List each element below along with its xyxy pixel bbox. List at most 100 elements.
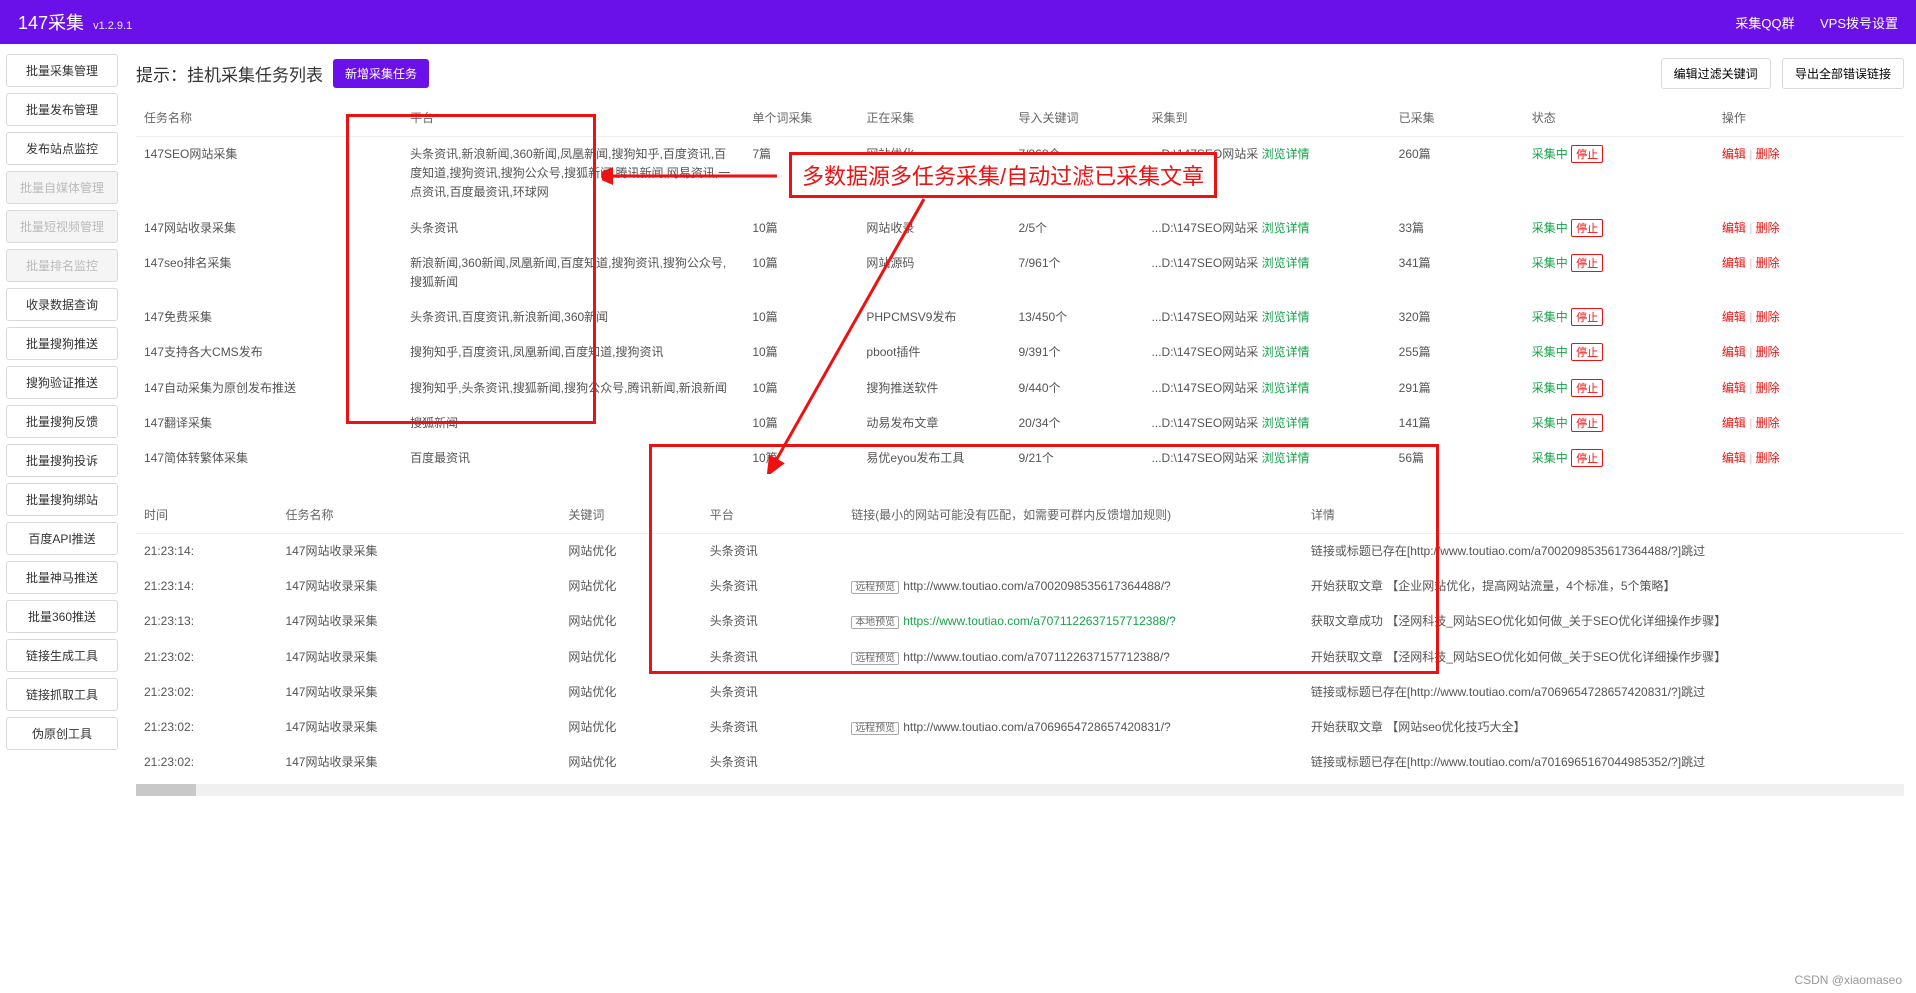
log-cell: 21:23:14: — [136, 569, 277, 604]
preview-badge[interactable]: 远程预览 — [851, 722, 899, 735]
delete-link[interactable]: 删除 — [1756, 451, 1780, 465]
log-cell: 21:23:14: — [136, 534, 277, 570]
log-cell: 头条资讯 — [702, 640, 843, 675]
edit-link[interactable]: 编辑 — [1722, 221, 1746, 235]
stop-button[interactable]: 停止 — [1571, 343, 1603, 361]
status-badge: 采集中 — [1532, 381, 1568, 395]
edit-link[interactable]: 编辑 — [1722, 256, 1746, 270]
log-row: 21:23:02:147网站收录采集网站优化头条资讯远程预览 http://www… — [136, 640, 1904, 675]
edit-filter-button[interactable]: 编辑过滤关键词 — [1661, 58, 1771, 89]
edit-link[interactable]: 编辑 — [1722, 147, 1746, 161]
page-hint: 提示：挂机采集任务列表 — [136, 61, 323, 86]
sidebar-item-7[interactable]: 批量搜狗推送 — [6, 327, 118, 360]
sidebar-item-9[interactable]: 批量搜狗反馈 — [6, 405, 118, 438]
log-cell: 21:23:02: — [136, 640, 277, 675]
stop-button[interactable]: 停止 — [1571, 379, 1603, 397]
status-badge: 采集中 — [1532, 451, 1568, 465]
sidebar-item-11[interactable]: 批量搜狗绑站 — [6, 483, 118, 516]
delete-link[interactable]: 删除 — [1756, 256, 1780, 270]
status-badge: 采集中 — [1532, 221, 1568, 235]
preview-badge[interactable]: 本地预览 — [851, 616, 899, 629]
sidebar-item-12[interactable]: 百度API推送 — [6, 522, 118, 555]
tasks-col-7: 状态 — [1524, 99, 1714, 137]
sidebar-item-15[interactable]: 链接生成工具 — [6, 639, 118, 672]
log-row: 21:23:02:147网站收录采集网站优化头条资讯远程预览http://www… — [136, 710, 1904, 745]
preview-badge[interactable]: 远程预览 — [851, 581, 899, 594]
tasks-col-3: 正在采集 — [858, 99, 1010, 137]
sidebar-item-16[interactable]: 链接抓取工具 — [6, 678, 118, 711]
sidebar-item-8[interactable]: 搜狗验证推送 — [6, 366, 118, 399]
status-badge: 采集中 — [1532, 147, 1568, 161]
log-cell: 网站优化 — [560, 710, 701, 745]
preview-badge[interactable]: 远程预览 — [851, 652, 899, 665]
sidebar-item-2[interactable]: 发布站点监控 — [6, 132, 118, 165]
task-row: 147简体转繁体采集百度最资讯10篇易优eyou发布工具9/21个...D:\1… — [136, 441, 1904, 476]
log-link[interactable]: http://www.toutiao.com/a7071122637157712… — [903, 650, 1170, 664]
stop-button[interactable]: 停止 — [1571, 308, 1603, 326]
sidebar-item-14[interactable]: 批量360推送 — [6, 600, 118, 633]
h-scrollbar[interactable] — [136, 784, 1904, 796]
log-cell: 147网站收录采集 — [277, 640, 560, 675]
sidebar-item-10[interactable]: 批量搜狗投诉 — [6, 444, 118, 477]
header-row: 提示：挂机采集任务列表 新增采集任务 编辑过滤关键词 导出全部错误链接 — [136, 58, 1904, 89]
log-cell: 网站优化 — [560, 640, 701, 675]
add-task-button[interactable]: 新增采集任务 — [333, 59, 429, 88]
log-col-1: 任务名称 — [277, 496, 560, 534]
stop-button[interactable]: 停止 — [1571, 145, 1603, 163]
log-link[interactable]: http://www.toutiao.com/a7002098535617364… — [903, 579, 1171, 593]
vps-settings-link[interactable]: VPS拨号设置 — [1820, 16, 1898, 31]
browse-link[interactable]: 浏览详情 — [1262, 416, 1310, 430]
sidebar-item-3: 批量自媒体管理 — [6, 171, 118, 204]
edit-link[interactable]: 编辑 — [1722, 416, 1746, 430]
log-cell: 网站优化 — [560, 745, 701, 780]
sidebar-item-1[interactable]: 批量发布管理 — [6, 93, 118, 126]
delete-link[interactable]: 删除 — [1756, 221, 1780, 235]
main-panel: 提示：挂机采集任务列表 新增采集任务 编辑过滤关键词 导出全部错误链接 任务名称… — [124, 44, 1916, 836]
task-cell: 9/21个 — [1010, 441, 1143, 476]
edit-link[interactable]: 编辑 — [1722, 310, 1746, 324]
sidebar-item-5: 批量排名监控 — [6, 249, 118, 282]
sidebar-item-6[interactable]: 收录数据查询 — [6, 288, 118, 321]
log-row: 21:23:02:147网站收录采集网站优化头条资讯链接或标题已存在[http:… — [136, 745, 1904, 780]
topbar: 147采集 v1.2.9.1 采集QQ群 VPS拨号设置 — [0, 0, 1916, 44]
delete-link[interactable]: 删除 — [1756, 345, 1780, 359]
log-col-5: 详情 — [1303, 496, 1904, 534]
task-row: 147自动采集为原创发布推送搜狗知乎,头条资讯,搜狐新闻,搜狗公众号,腾讯新闻,… — [136, 371, 1904, 406]
stop-button[interactable]: 停止 — [1571, 414, 1603, 432]
task-cell: 147支持各大CMS发布 — [136, 335, 402, 370]
delete-link[interactable]: 删除 — [1756, 147, 1780, 161]
edit-link[interactable]: 编辑 — [1722, 345, 1746, 359]
sidebar-item-13[interactable]: 批量神马推送 — [6, 561, 118, 594]
export-errors-button[interactable]: 导出全部错误链接 — [1782, 58, 1904, 89]
browse-link[interactable]: 浏览详情 — [1262, 381, 1310, 395]
stop-button[interactable]: 停止 — [1571, 254, 1603, 272]
browse-link[interactable]: 浏览详情 — [1262, 310, 1310, 324]
browse-link[interactable]: 浏览详情 — [1262, 221, 1310, 235]
task-cell: 291篇 — [1391, 371, 1524, 406]
delete-link[interactable]: 删除 — [1756, 310, 1780, 324]
browse-link[interactable]: 浏览详情 — [1262, 345, 1310, 359]
sidebar-item-0[interactable]: 批量采集管理 — [6, 54, 118, 87]
task-cell: 33篇 — [1391, 211, 1524, 246]
tasks-col-6: 已采集 — [1391, 99, 1524, 137]
browse-link[interactable]: 浏览详情 — [1262, 256, 1310, 270]
sidebar-item-17[interactable]: 伪原创工具 — [6, 717, 118, 750]
stop-button[interactable]: 停止 — [1571, 219, 1603, 237]
log-link[interactable]: http://www.toutiao.com/a7069654728657420… — [903, 720, 1171, 734]
log-link[interactable]: https://www.toutiao.com/a707112263715771… — [903, 614, 1176, 628]
delete-link[interactable]: 删除 — [1756, 381, 1780, 395]
browse-link[interactable]: 浏览详情 — [1262, 451, 1310, 465]
log-detail: 链接或标题已存在[http://www.toutiao.com/a7069654… — [1303, 675, 1904, 710]
delete-link[interactable]: 删除 — [1756, 416, 1780, 430]
browse-link[interactable]: 浏览详情 — [1262, 147, 1310, 161]
task-row: 147免费采集头条资讯,百度资讯,新浪新闻,360新闻10篇PHPCMSV9发布… — [136, 300, 1904, 335]
status-badge: 采集中 — [1532, 416, 1568, 430]
tasks-col-8: 操作 — [1714, 99, 1904, 137]
stop-button[interactable]: 停止 — [1571, 449, 1603, 467]
qq-group-link[interactable]: 采集QQ群 — [1735, 16, 1794, 31]
sidebar: 批量采集管理批量发布管理发布站点监控批量自媒体管理批量短视频管理批量排名监控收录… — [0, 44, 124, 836]
tasks-col-2: 单个词采集 — [744, 99, 858, 137]
edit-link[interactable]: 编辑 — [1722, 381, 1746, 395]
task-cell: 头条资讯,百度资讯,新浪新闻,360新闻 — [402, 300, 744, 335]
edit-link[interactable]: 编辑 — [1722, 451, 1746, 465]
